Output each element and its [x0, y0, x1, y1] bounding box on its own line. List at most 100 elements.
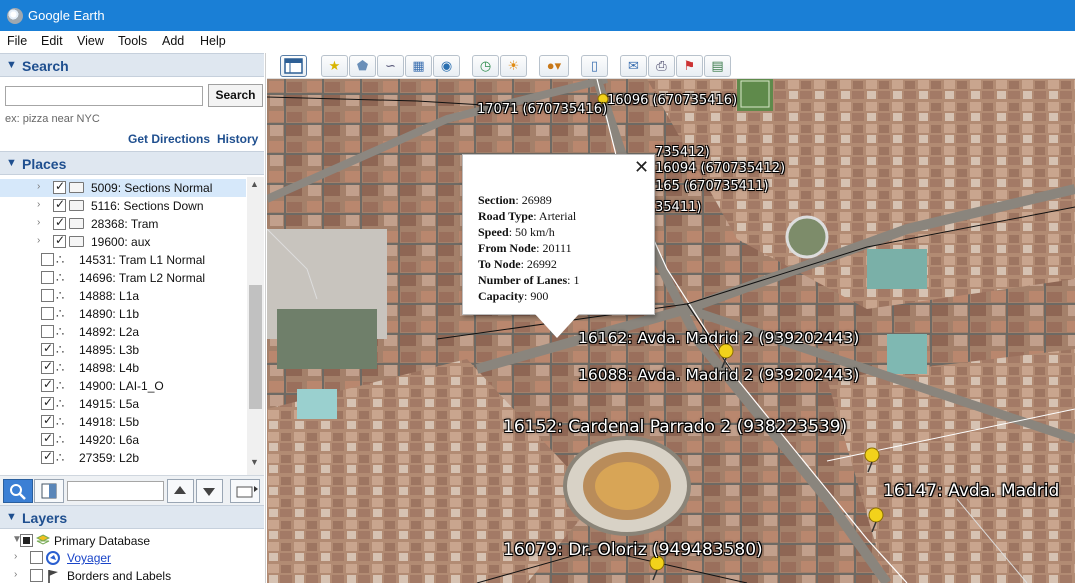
get-directions-link[interactable]: Get Directions: [128, 132, 210, 146]
map-label[interactable]: 735412): [655, 145, 710, 160]
search-button[interactable]: Search: [208, 84, 263, 107]
place-checkbox[interactable]: [41, 271, 54, 284]
record-tour-button[interactable]: ◉: [433, 55, 460, 77]
layer-row-voyager[interactable]: › Voyager: [0, 549, 264, 567]
menu-add[interactable]: Add: [162, 34, 184, 48]
layers-tree[interactable]: ▼ Primary Database › Voyager › Borders a…: [0, 530, 264, 583]
search-input[interactable]: [5, 86, 203, 106]
map-label[interactable]: 16152: Cardenal Parrado 2 (938223539): [503, 417, 847, 437]
expand-arrow-icon[interactable]: ›: [37, 217, 40, 228]
planets-button[interactable]: ●▾: [539, 55, 569, 77]
place-checkbox[interactable]: [41, 449, 54, 464]
place-row[interactable]: ∴ 14898: L4b: [0, 359, 246, 377]
view-in-maps-button[interactable]: ⚑: [676, 55, 703, 77]
satellite-map[interactable]: 17071 (670735416) 16096 (670735416) 7354…: [267, 79, 1075, 583]
add-image-overlay-button[interactable]: ▦: [405, 55, 432, 77]
history-link[interactable]: History: [217, 132, 258, 146]
place-checkbox[interactable]: [41, 413, 54, 428]
print-button[interactable]: ⎙: [648, 55, 675, 77]
place-checkbox[interactable]: [53, 233, 66, 248]
place-row[interactable]: ∴ 14696: Tram L2 Normal: [0, 269, 246, 287]
expand-arrow-icon[interactable]: ›: [14, 551, 17, 562]
place-row[interactable]: › 5116: Sections Down: [0, 197, 246, 215]
layer-row-primary-database[interactable]: ▼ Primary Database: [0, 532, 264, 550]
map-label[interactable]: 17071 (670735416): [477, 102, 607, 117]
placemark-pin-icon[interactable]: [868, 507, 886, 533]
place-checkbox[interactable]: [41, 307, 54, 320]
scrollbar-thumb[interactable]: [249, 285, 262, 409]
place-row[interactable]: ∴ 14900: LAI-1_O: [0, 377, 246, 395]
close-icon[interactable]: ✕: [634, 157, 649, 178]
place-checkbox[interactable]: [41, 341, 54, 356]
place-row[interactable]: › 28368: Tram: [0, 215, 246, 233]
collapse-triangle-icon[interactable]: ▼: [6, 59, 17, 71]
places-panel-header[interactable]: ▼ Places: [0, 151, 264, 175]
menu-tools[interactable]: Tools: [118, 34, 147, 48]
search-panel-header[interactable]: ▼ Search: [0, 53, 264, 77]
place-row[interactable]: ∴ 14531: Tram L1 Normal: [0, 251, 246, 269]
scroll-down-icon[interactable]: ▼: [250, 457, 259, 467]
add-placemark-button[interactable]: ★: [321, 55, 348, 77]
email-button[interactable]: ✉: [620, 55, 647, 77]
map-label[interactable]: 16162: Avda. Madrid 2 (939202443): [578, 329, 859, 347]
sunlight-button[interactable]: ☀: [500, 55, 527, 77]
layer-checkbox[interactable]: [30, 569, 43, 582]
place-checkbox[interactable]: [41, 377, 54, 392]
historical-imagery-button[interactable]: ◷: [472, 55, 499, 77]
layers-panel-header[interactable]: ▼ Layers: [0, 505, 264, 529]
place-row[interactable]: ∴ 14915: L5a: [0, 395, 246, 413]
menu-file[interactable]: File: [7, 34, 27, 48]
place-row[interactable]: ∴ 14918: L5b: [0, 413, 246, 431]
placemark-pin-icon[interactable]: [864, 447, 882, 473]
layout-toggle-button[interactable]: [34, 479, 64, 503]
save-image-button[interactable]: ▤: [704, 55, 731, 77]
menu-edit[interactable]: Edit: [41, 34, 63, 48]
add-polygon-button[interactable]: ⬟: [349, 55, 376, 77]
expand-arrow-icon[interactable]: ›: [14, 569, 17, 580]
place-checkbox[interactable]: [53, 179, 66, 194]
place-checkbox[interactable]: [41, 395, 54, 410]
map-label[interactable]: 16147: Avda. Madrid: [883, 481, 1059, 501]
menu-help[interactable]: Help: [200, 34, 226, 48]
place-checkbox[interactable]: [41, 253, 54, 266]
map-label[interactable]: 16079: Dr. Oloriz (949483580): [503, 540, 763, 560]
collapse-triangle-icon[interactable]: ▼: [6, 511, 17, 523]
place-row[interactable]: ∴ 14892: L2a: [0, 323, 246, 341]
move-down-button[interactable]: [196, 479, 223, 503]
map-label[interactable]: 165 (670735411): [655, 179, 769, 194]
expand-arrow-icon[interactable]: ›: [37, 181, 40, 192]
place-row[interactable]: ∴ 14895: L3b: [0, 341, 246, 359]
expand-arrow-icon[interactable]: ›: [37, 235, 40, 246]
layer-checkbox[interactable]: [30, 551, 43, 564]
places-scrollbar[interactable]: ▲ ▼: [247, 177, 264, 475]
expand-arrow-icon[interactable]: ›: [37, 199, 40, 210]
toggle-sidebar-button[interactable]: [280, 55, 307, 77]
add-path-button[interactable]: ∽: [377, 55, 404, 77]
layer-row-borders-and-labels[interactable]: › Borders and Labels: [0, 567, 264, 585]
place-row[interactable]: ∴ 27359: L2b: [0, 449, 246, 467]
layer-checkbox[interactable]: [20, 534, 33, 547]
places-tree[interactable]: › 5009: Sections Normal › 5116: Sections Do…: [0, 177, 264, 475]
menu-view[interactable]: View: [77, 34, 104, 48]
map-view[interactable]: ★ ⬟ ∽ ▦ ◉ ◷ ☀ ●▾ ▯ ✉ ⎙ ⚑ ▤ 17071 (670735…: [267, 53, 1075, 583]
place-row[interactable]: ∴ 14888: L1a: [0, 287, 246, 305]
scroll-up-icon[interactable]: ▲: [250, 179, 259, 189]
place-checkbox[interactable]: [41, 431, 54, 446]
place-checkbox[interactable]: [41, 325, 54, 338]
place-row[interactable]: › 19600: aux: [0, 233, 246, 251]
place-checkbox[interactable]: [41, 359, 54, 374]
place-checkbox[interactable]: [41, 289, 54, 302]
map-label[interactable]: 16096 (670735416): [607, 93, 737, 108]
place-row[interactable]: › 5009: Sections Normal: [0, 179, 246, 197]
place-row[interactable]: ∴ 14920: L6a: [0, 431, 246, 449]
place-checkbox[interactable]: [53, 215, 66, 230]
places-filter-input[interactable]: [67, 481, 164, 501]
place-checkbox[interactable]: [53, 197, 66, 212]
new-folder-button[interactable]: [230, 479, 260, 503]
place-row[interactable]: ∴ 14890: L1b: [0, 305, 246, 323]
map-label[interactable]: 16094 (670735412): [655, 161, 785, 176]
map-label[interactable]: 35411): [655, 200, 701, 215]
search-places-button[interactable]: [3, 479, 33, 503]
ruler-button[interactable]: ▯: [581, 55, 608, 77]
move-up-button[interactable]: [167, 479, 194, 503]
